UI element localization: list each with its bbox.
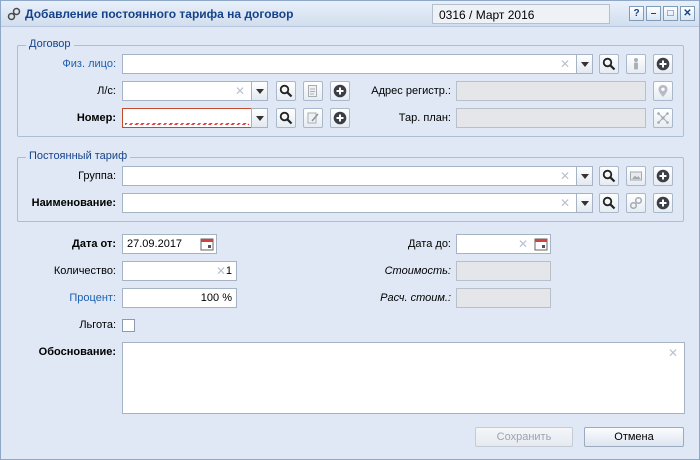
- link-icon: [629, 196, 643, 210]
- address-label: Адрес регистр.:: [371, 85, 451, 97]
- save-button[interactable]: Сохранить: [475, 427, 573, 447]
- number-label: Номер:: [76, 112, 116, 124]
- edit-document-icon: [307, 112, 319, 124]
- person-dropdown[interactable]: [576, 54, 593, 74]
- cost-field: [456, 261, 551, 281]
- cancel-button[interactable]: Отмена: [584, 427, 684, 447]
- reason-textarea[interactable]: ✕: [122, 342, 685, 414]
- name-search-button[interactable]: [599, 193, 619, 213]
- maximize-button[interactable]: □: [663, 6, 678, 21]
- plan-label: Тар. план:: [398, 112, 451, 124]
- date-from-input[interactable]: 27.09.2017: [122, 234, 217, 254]
- clear-icon[interactable]: ✕: [560, 57, 570, 71]
- calendar-icon[interactable]: [534, 237, 548, 251]
- name-link-button[interactable]: [626, 193, 646, 213]
- name-label: Наименование:: [31, 197, 116, 209]
- number-add-button[interactable]: [330, 108, 350, 128]
- plus-circle-icon: [656, 57, 670, 71]
- date-to-label: Дата до:: [407, 238, 451, 250]
- image-icon: [630, 171, 642, 181]
- clear-icon[interactable]: ✕: [668, 346, 678, 360]
- name-add-button[interactable]: [653, 193, 673, 213]
- percent-label[interactable]: Процент:: [21, 292, 116, 304]
- group-add-button[interactable]: [653, 166, 673, 186]
- calc-cost-label: Расч. стоим.:: [380, 292, 451, 304]
- account-dropdown[interactable]: [251, 81, 268, 101]
- plus-circle-icon: [333, 111, 347, 125]
- date-from-label: Дата от:: [71, 238, 116, 250]
- period-field: 0316 / Март 2016: [432, 4, 610, 24]
- network-icon: [657, 112, 669, 124]
- group-view-button[interactable]: [626, 166, 646, 186]
- magnifier-icon: [602, 57, 616, 71]
- title-bar[interactable]: Добавление постоянного тарифа на договор…: [1, 1, 699, 27]
- quantity-input[interactable]: 1 ✕: [122, 261, 237, 281]
- benefit-checkbox[interactable]: [122, 319, 135, 332]
- clear-icon[interactable]: ✕: [216, 264, 226, 278]
- plus-circle-icon: [333, 84, 347, 98]
- number-input[interactable]: [122, 108, 252, 128]
- clear-icon[interactable]: ✕: [560, 169, 570, 183]
- magnifier-icon: [279, 84, 293, 98]
- person-search-button[interactable]: [599, 54, 619, 74]
- help-button[interactable]: ?: [629, 6, 644, 21]
- number-edit-button[interactable]: [303, 108, 323, 128]
- reason-label: Обоснование:: [38, 346, 116, 358]
- plan-tree-button[interactable]: [653, 108, 673, 128]
- group-dropdown[interactable]: [576, 166, 593, 186]
- quantity-label: Количество:: [53, 265, 116, 277]
- group-label: Группа:: [78, 170, 116, 182]
- benefit-label: Льгота:: [79, 319, 116, 331]
- number-search-button[interactable]: [276, 108, 296, 128]
- magnifier-icon: [602, 169, 616, 183]
- name-input[interactable]: ✕: [122, 193, 577, 213]
- calc-cost-field: [456, 288, 551, 308]
- account-input[interactable]: ✕: [122, 81, 252, 101]
- magnifier-icon: [279, 111, 293, 125]
- number-dropdown[interactable]: [251, 108, 268, 128]
- minimize-button[interactable]: –: [646, 6, 661, 21]
- person-input[interactable]: ✕: [122, 54, 577, 74]
- link-icon: [7, 7, 21, 21]
- location-pin-icon: [658, 85, 668, 97]
- account-open-button[interactable]: [303, 81, 323, 101]
- plus-circle-icon: [656, 196, 670, 210]
- clear-icon[interactable]: ✕: [518, 237, 528, 251]
- clear-icon[interactable]: ✕: [560, 196, 570, 210]
- tariff-legend: Постоянный тариф: [26, 150, 131, 162]
- address-field: [456, 81, 646, 101]
- person-icon: [634, 58, 638, 70]
- person-label[interactable]: Физ. лицо:: [31, 58, 116, 70]
- clear-icon[interactable]: ✕: [235, 84, 245, 98]
- dialog-window: Добавление постоянного тарифа на договор…: [0, 0, 700, 460]
- account-label: Л/с:: [97, 85, 116, 97]
- account-add-button[interactable]: [330, 81, 350, 101]
- window-title: Добавление постоянного тарифа на договор: [25, 7, 294, 21]
- group-input[interactable]: ✕: [122, 166, 577, 186]
- calendar-icon[interactable]: [200, 237, 214, 251]
- plan-field: [456, 108, 646, 128]
- plus-circle-icon: [656, 169, 670, 183]
- person-add-button[interactable]: [653, 54, 673, 74]
- contract-legend: Договор: [26, 38, 74, 50]
- percent-input[interactable]: 100 %: [122, 288, 237, 308]
- group-search-button[interactable]: [599, 166, 619, 186]
- account-search-button[interactable]: [276, 81, 296, 101]
- person-card-button[interactable]: [626, 54, 646, 74]
- magnifier-icon: [602, 196, 616, 210]
- cost-label: Стоимость:: [384, 265, 451, 277]
- date-to-input[interactable]: ✕: [456, 234, 551, 254]
- close-button[interactable]: ✕: [680, 6, 695, 21]
- name-dropdown[interactable]: [576, 193, 593, 213]
- document-icon: [308, 85, 317, 97]
- address-map-button[interactable]: [653, 81, 673, 101]
